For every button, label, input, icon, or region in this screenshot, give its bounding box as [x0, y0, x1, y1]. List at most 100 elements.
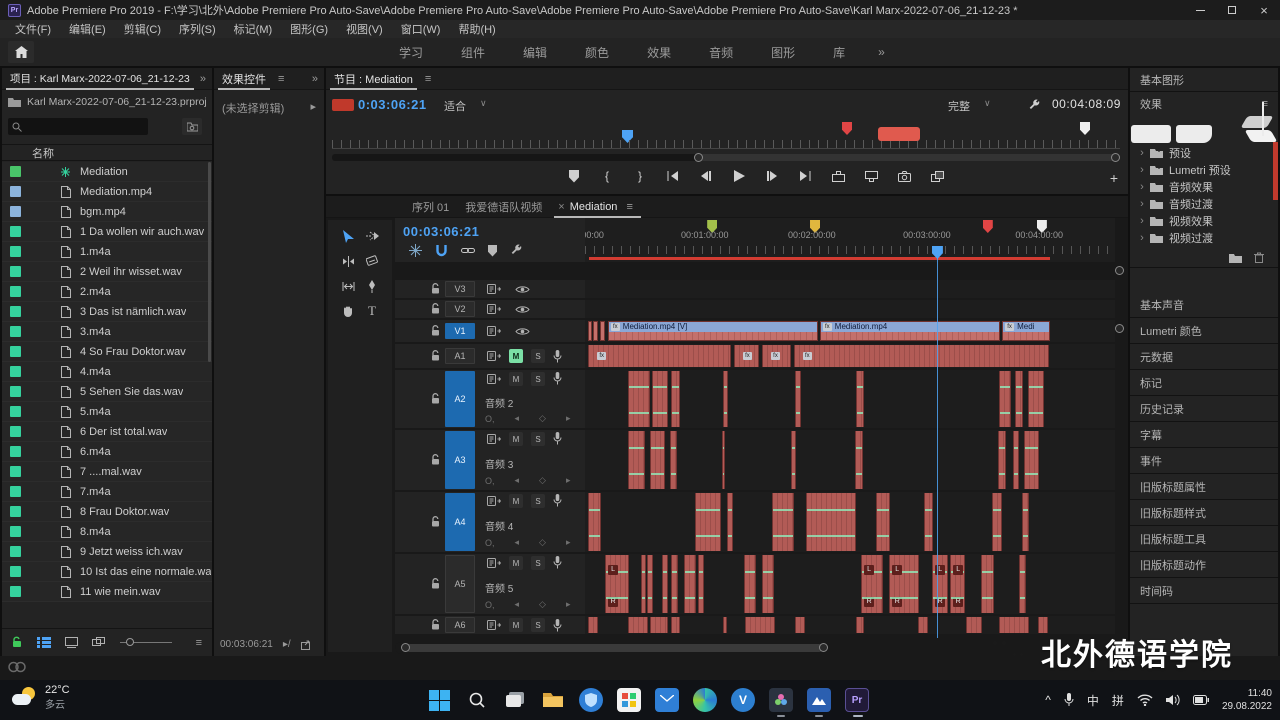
find-in-bin-button[interactable] [182, 118, 202, 135]
track-header-a1[interactable]: A1MS [395, 344, 585, 368]
label-swatch[interactable] [10, 506, 21, 517]
audio-clip[interactable] [856, 617, 864, 633]
freeform-view-icon[interactable] [92, 637, 106, 648]
icon-view-icon[interactable] [65, 637, 78, 648]
audio-clip[interactable] [698, 555, 704, 613]
solo-button[interactable]: S [531, 618, 545, 632]
timeline-vertical-scrollbar[interactable] [1114, 262, 1126, 638]
toggle-track-output-eye-icon[interactable] [515, 285, 530, 294]
effects-tree-item[interactable]: ›视频效果 [1130, 212, 1278, 229]
audio-clip[interactable] [641, 555, 646, 613]
task-view-button[interactable] [496, 682, 534, 718]
lock-icon[interactable] [431, 619, 441, 631]
label-swatch[interactable] [10, 486, 21, 497]
audio-clip[interactable] [650, 617, 668, 633]
audio-clip[interactable] [806, 493, 856, 551]
track-target-V1[interactable]: V1 [445, 323, 475, 339]
workspace-tab[interactable]: 组件 [442, 44, 504, 61]
lock-icon[interactable] [431, 325, 441, 337]
file-explorer-button[interactable] [534, 682, 572, 718]
solo-button[interactable]: S [531, 556, 545, 570]
track-target-V2[interactable]: V2 [445, 301, 475, 317]
extract-button[interactable] [863, 168, 879, 184]
mute-button[interactable]: M [509, 494, 523, 508]
audio-clip[interactable] [652, 371, 668, 427]
audio-clip[interactable]: fx [734, 345, 759, 367]
menu-item-M[interactable]: 标记(M) [225, 21, 282, 37]
video-clip[interactable] [588, 321, 592, 341]
step-forward-button[interactable] [764, 168, 780, 184]
type-tool[interactable]: T [363, 302, 381, 320]
new-bin-icon[interactable] [1229, 253, 1242, 263]
timeline-tab-other[interactable]: 我爱德语队视频 [457, 196, 550, 218]
audio-clip[interactable] [856, 371, 864, 427]
voiceover-mic-icon[interactable] [553, 494, 562, 507]
track-header-a5[interactable]: A5MS音频 5O,◂◇▸ [395, 554, 585, 614]
premiere-taskbar-button[interactable]: Pr [838, 682, 876, 718]
program-monitor-tab[interactable]: 节目 : Mediation [326, 68, 421, 90]
menu-item-S[interactable]: 序列(S) [170, 21, 225, 37]
project-item[interactable]: 2.m4a [2, 282, 212, 302]
panel-tab-时间码[interactable]: 时间码 [1130, 578, 1278, 604]
audio-clip[interactable]: LR [605, 555, 629, 613]
toggle-track-output-eye-icon[interactable] [515, 327, 530, 336]
mute-button[interactable]: M [509, 349, 523, 363]
chevron-right-icon[interactable]: › [1134, 198, 1150, 210]
mark-in-button[interactable]: { [599, 168, 615, 184]
track-target-A5[interactable]: A5 [445, 555, 475, 613]
settings-wrench-icon[interactable] [1028, 99, 1041, 112]
track-header-a2[interactable]: A2MS音频 2O,◂◇▸ [395, 370, 585, 428]
hand-tool[interactable] [339, 302, 357, 320]
audio-clip[interactable] [695, 493, 721, 551]
toggle-track-output-eye-icon[interactable] [515, 305, 530, 314]
voiceover-mic-icon[interactable] [553, 350, 562, 363]
audio-clip[interactable] [628, 371, 650, 427]
wifi-icon[interactable] [1137, 694, 1153, 706]
program-zoom-scrollbar[interactable] [332, 154, 1120, 161]
solo-button[interactable]: S [531, 349, 545, 363]
audio-clip[interactable] [762, 555, 774, 613]
effects-tree-item[interactable]: ›音频效果 [1130, 178, 1278, 195]
playback-resolution-select[interactable]: 完整∨ [948, 98, 991, 114]
label-swatch[interactable] [10, 346, 21, 357]
panel-tab-旧版标题样式[interactable]: 旧版标题样式 [1130, 500, 1278, 526]
export-icon[interactable] [301, 640, 313, 650]
label-swatch[interactable] [10, 406, 21, 417]
audio-clip[interactable] [723, 617, 727, 633]
audio-clip[interactable]: fx [794, 345, 1049, 367]
audio-clip[interactable] [744, 555, 756, 613]
audio-clip[interactable] [795, 371, 801, 427]
audio-clip[interactable] [1019, 555, 1026, 613]
label-swatch[interactable] [10, 226, 21, 237]
track-header-v2[interactable]: V2 [395, 300, 585, 318]
audio-clip[interactable] [795, 617, 805, 633]
project-item[interactable]: 6 Der ist total.wav [2, 422, 212, 442]
source-patch-icon[interactable] [487, 284, 501, 294]
audio-clip[interactable] [876, 493, 890, 551]
track-header-v1[interactable]: V1 [395, 320, 585, 342]
tray-expand-icon[interactable]: ^ [1045, 693, 1051, 707]
audio-clip[interactable] [966, 617, 982, 633]
panel-tab-字幕[interactable]: 字幕 [1130, 422, 1278, 448]
track-lane-a3[interactable] [585, 430, 1115, 490]
source-patch-icon[interactable] [487, 496, 501, 506]
audio-clip[interactable] [981, 555, 994, 613]
track-lane-a1[interactable]: fxfxfxfx [585, 344, 1115, 368]
audio-clip[interactable] [772, 493, 794, 551]
go-to-out-button[interactable] [797, 168, 813, 184]
zoom-slider[interactable] [120, 642, 172, 643]
label-swatch[interactable] [10, 366, 21, 377]
taskbar-search-button[interactable] [458, 682, 496, 718]
mountain-app-button[interactable] [800, 682, 838, 718]
project-item[interactable]: Mediation.mp4 [2, 182, 212, 202]
trash-icon[interactable] [1254, 252, 1264, 263]
label-swatch[interactable] [10, 246, 21, 257]
project-menu-icon[interactable]: ≡ [196, 637, 202, 649]
lock-icon[interactable] [431, 516, 441, 528]
timeline-timecode[interactable]: 00:03:06:21 [403, 224, 479, 239]
audio-clip[interactable] [671, 371, 680, 427]
project-item[interactable]: 3.m4a [2, 322, 212, 342]
workspace-tab[interactable]: 库 [814, 44, 864, 61]
panel-menu-icon[interactable]: ≡ [622, 201, 636, 213]
audio-clip[interactable]: LR [889, 555, 919, 613]
